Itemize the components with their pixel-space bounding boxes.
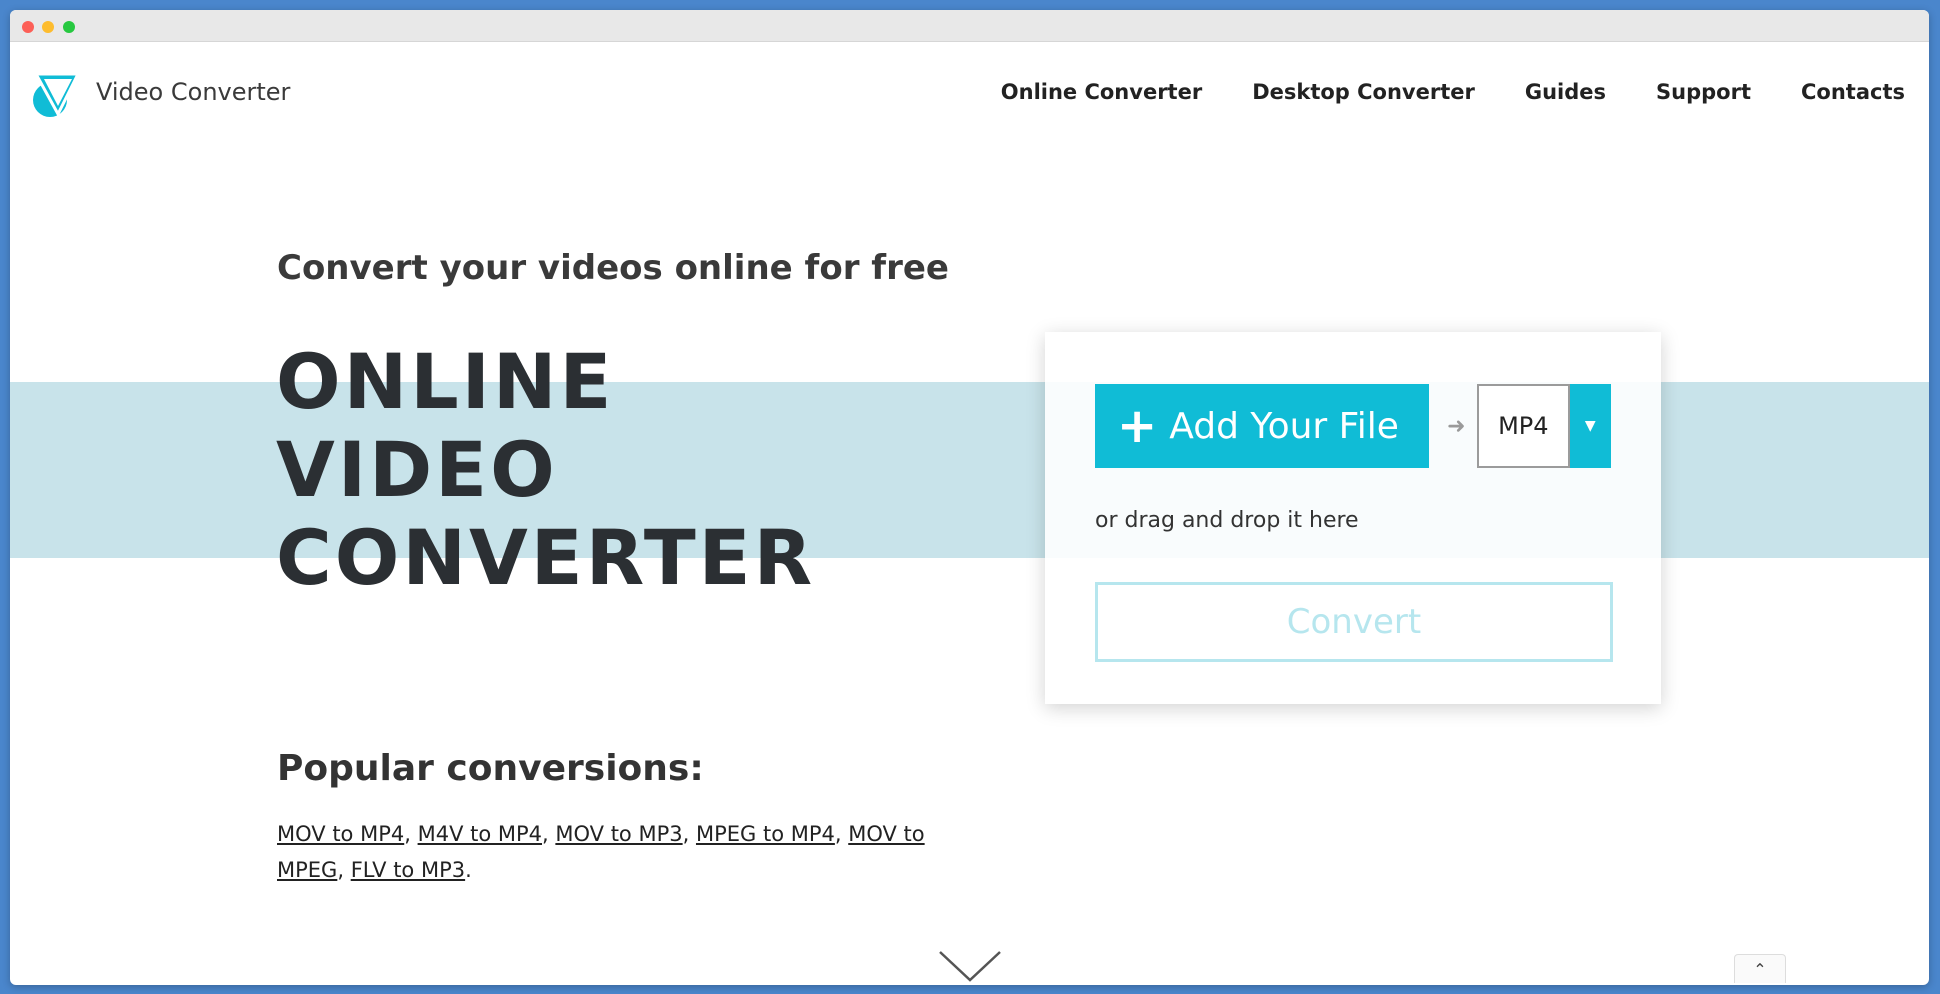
conversion-link[interactable]: M4V to MP4 [418, 822, 542, 846]
add-file-button[interactable]: + Add Your File [1095, 384, 1429, 468]
nav-online-converter[interactable]: Online Converter [1001, 80, 1202, 104]
format-value[interactable]: MP4 [1477, 384, 1570, 468]
nav-contacts[interactable]: Contacts [1801, 80, 1905, 104]
convert-button[interactable]: Convert [1095, 582, 1613, 662]
hero-title: ONLINE VIDEO CONVERTER [276, 338, 815, 602]
main-nav: Online Converter Desktop Converter Guide… [1001, 80, 1905, 104]
conversion-link[interactable]: MPEG to MP4 [696, 822, 835, 846]
conversion-link[interactable]: FLV to MP3 [351, 858, 465, 882]
popular-conversions-list: MOV to MP4, M4V to MP4, MOV to MP3, MPEG… [277, 822, 925, 882]
upload-card: + Add Your File ➜ MP4 ▼ or drag and drop… [1045, 332, 1661, 704]
conversion-link[interactable]: MOV to MP3 [555, 822, 682, 846]
hero-title-line: ONLINE [276, 337, 615, 426]
video-converter-logo-icon[interactable] [30, 68, 82, 120]
format-select[interactable]: MP4 ▼ [1477, 384, 1611, 468]
window-titlebar [10, 10, 1929, 42]
arrow-right-icon: ➜ [1447, 414, 1466, 439]
back-to-top-icon[interactable]: ⌃ [1734, 954, 1786, 983]
hero-title-line: VIDEO [276, 425, 558, 514]
conversion-link[interactable]: MOV to MP4 [277, 822, 404, 846]
nav-desktop-converter[interactable]: Desktop Converter [1252, 80, 1475, 104]
add-file-label: Add Your File [1169, 405, 1399, 447]
popular-heading: Popular conversions: [277, 748, 704, 789]
plus-icon: + [1117, 398, 1158, 454]
site-header: Video Converter Online Converter Desktop… [10, 42, 1929, 142]
hero-title-line: CONVERTER [276, 513, 816, 602]
close-window-icon[interactable] [22, 21, 34, 33]
chevron-down-icon[interactable]: ▼ [1569, 384, 1611, 468]
nav-guides[interactable]: Guides [1525, 80, 1606, 104]
hero-subtitle: Convert your videos online for free [277, 248, 949, 288]
drag-drop-hint: or drag and drop it here [1095, 508, 1359, 533]
minimize-window-icon[interactable] [42, 21, 54, 33]
scroll-down-chevron-icon[interactable] [938, 950, 1002, 984]
nav-support[interactable]: Support [1656, 80, 1751, 104]
brand-name[interactable]: Video Converter [96, 78, 290, 106]
maximize-window-icon[interactable] [63, 21, 75, 33]
browser-window: Video Converter Online Converter Desktop… [10, 10, 1929, 985]
